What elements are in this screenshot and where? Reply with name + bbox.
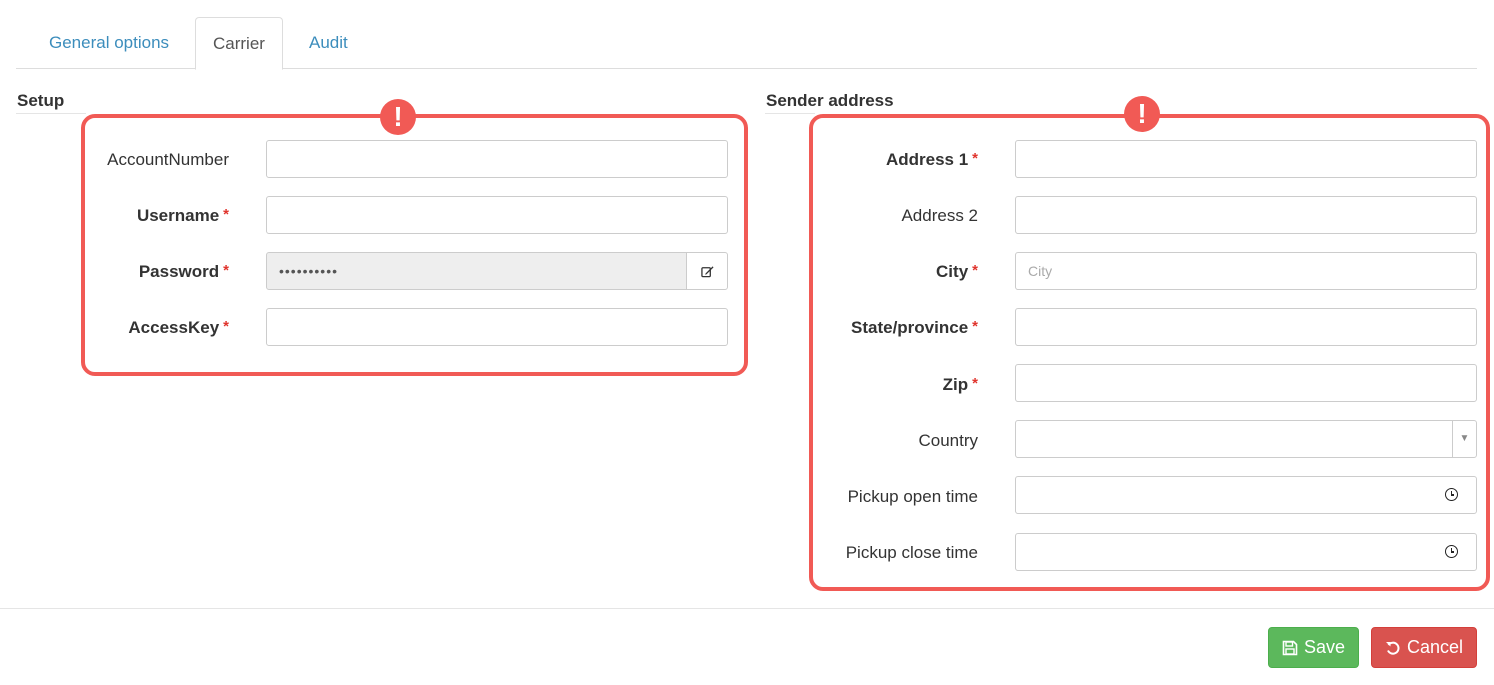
- cancel-button[interactable]: Cancel: [1371, 627, 1477, 668]
- sender-alert-icon: !: [1124, 96, 1160, 132]
- setup-alert-icon: !: [380, 99, 416, 135]
- sender-section-title: Sender address: [766, 91, 894, 110]
- tab-audit[interactable]: Audit: [292, 17, 365, 69]
- sender-highlight-box: [809, 114, 1490, 591]
- save-icon: [1282, 640, 1298, 655]
- tab-general-options[interactable]: General options: [32, 17, 186, 69]
- setup-divider: [16, 113, 86, 114]
- save-label: Save: [1303, 637, 1346, 657]
- tab-bar: General options Carrier Audit: [16, 17, 1477, 70]
- tab-carrier[interactable]: Carrier: [195, 17, 283, 70]
- undo-icon: [1385, 641, 1400, 655]
- setup-section-title: Setup: [17, 91, 65, 110]
- save-button[interactable]: Save: [1268, 627, 1359, 668]
- sender-divider: [765, 113, 815, 114]
- setup-highlight-box: [81, 114, 748, 376]
- footer-divider: [0, 608, 1494, 609]
- cancel-label: Cancel: [1406, 637, 1464, 657]
